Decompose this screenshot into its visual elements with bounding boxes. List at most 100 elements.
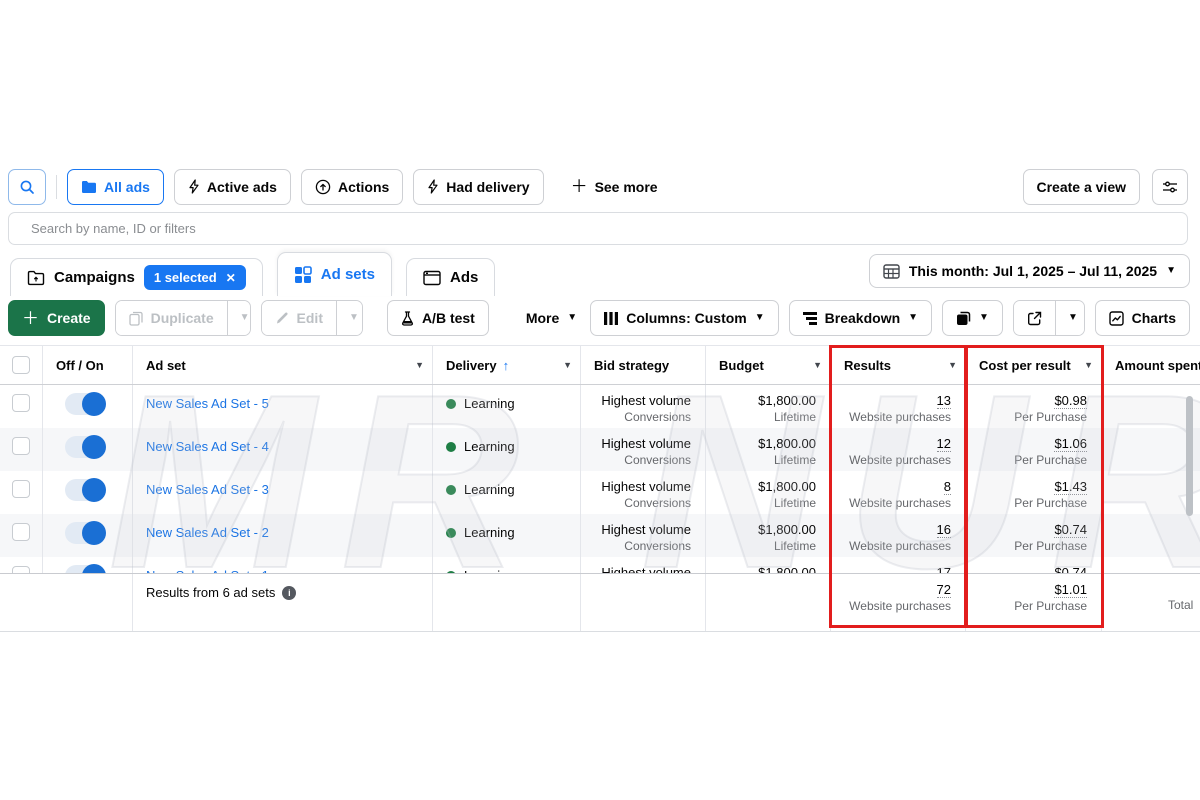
row-checkbox[interactable]	[12, 480, 30, 498]
export-icon	[1027, 311, 1042, 326]
status-toggle[interactable]	[65, 565, 105, 573]
header-off-on: Off / On	[42, 346, 132, 384]
lightning-icon	[188, 179, 200, 194]
date-range-picker[interactable]: This month: Jul 1, 2025 – Jul 11, 2025 ▼	[869, 254, 1190, 288]
export-button[interactable]	[1014, 301, 1055, 335]
reports-icon	[956, 311, 971, 326]
create-view-label: Create a view	[1037, 179, 1127, 195]
export-dropdown[interactable]: ▼	[1055, 301, 1085, 335]
filter-label: Actions	[338, 179, 389, 195]
charts-button[interactable]: Charts	[1095, 300, 1190, 336]
search-input[interactable]	[8, 212, 1188, 245]
filter-actions[interactable]: Actions	[301, 169, 403, 205]
tab-campaigns[interactable]: Campaigns 1 selected ✕	[10, 258, 263, 296]
status-toggle[interactable]	[65, 522, 105, 544]
cost-value: $1.43	[1054, 479, 1087, 495]
edit-dropdown[interactable]: ▼	[336, 301, 363, 335]
close-icon[interactable]: ✕	[226, 271, 236, 285]
duplicate-button[interactable]: Duplicate	[116, 301, 227, 335]
adset-name-link[interactable]: New Sales Ad Set - 1	[146, 568, 269, 573]
chevron-down-icon: ▼	[349, 313, 359, 323]
summary-cost-value: $1.01	[1054, 582, 1087, 598]
budget-value: $1,800.00	[712, 392, 816, 409]
date-range-label: This month: Jul 1, 2025 – Jul 11, 2025	[909, 263, 1157, 279]
ab-test-button[interactable]: A/B test	[387, 300, 489, 336]
duplicate-dropdown[interactable]: ▼	[227, 301, 251, 335]
header-results[interactable]: Results▼	[830, 346, 965, 384]
header-delivery[interactable]: Delivery↑▼	[432, 346, 580, 384]
row-checkbox[interactable]	[12, 523, 30, 541]
bid-strategy-sub: Conversions	[587, 409, 691, 425]
table-row: New Sales Ad Set - 2 Learning Highest vo…	[0, 514, 1200, 557]
arrow-circle-icon	[315, 179, 331, 195]
filter-all-ads[interactable]: All ads	[67, 169, 164, 205]
status-toggle[interactable]	[65, 393, 105, 415]
divider	[56, 175, 57, 199]
cost-sub: Per Purchase	[972, 495, 1087, 511]
row-checkbox[interactable]	[12, 394, 30, 412]
table-header-row: Off / On Ad set▼ Delivery↑▼ Bid strategy…	[0, 345, 1200, 385]
pencil-icon	[275, 311, 289, 325]
header-ad-set[interactable]: Ad set▼	[132, 346, 432, 384]
chevron-down-icon: ▼	[948, 360, 957, 370]
adset-name-link[interactable]: New Sales Ad Set - 3	[146, 482, 269, 497]
filter-active-ads[interactable]: Active ads	[174, 169, 291, 205]
search-button[interactable]	[8, 169, 46, 205]
header-budget[interactable]: Budget▼	[705, 346, 830, 384]
bid-strategy-sub: Conversions	[587, 538, 691, 554]
delivery-status: Learning	[464, 396, 515, 411]
budget-sub: Lifetime	[712, 452, 816, 468]
cost-value: $0.74	[1054, 522, 1087, 538]
breakdown-button[interactable]: Breakdown ▼	[789, 300, 932, 336]
adset-name-link[interactable]: New Sales Ad Set - 5	[146, 396, 269, 411]
header-amount-spent[interactable]: Amount spent	[1101, 346, 1200, 384]
tab-ad-sets[interactable]: Ad sets	[277, 252, 392, 296]
create-view-button[interactable]: Create a view	[1023, 169, 1141, 205]
budget-sub: Lifetime	[712, 538, 816, 554]
results-value: 8	[944, 479, 951, 495]
status-toggle[interactable]	[65, 436, 105, 458]
info-icon[interactable]: i	[282, 586, 296, 600]
calendar-icon	[883, 263, 900, 279]
selected-badge[interactable]: 1 selected ✕	[144, 265, 246, 290]
reports-button[interactable]: ▼	[942, 300, 1003, 336]
adset-name-link[interactable]: New Sales Ad Set - 2	[146, 525, 269, 540]
summary-amount-sub: Total	[1168, 598, 1200, 612]
chevron-down-icon: ▼	[1068, 313, 1078, 323]
vertical-scrollbar[interactable]	[1186, 396, 1193, 516]
adset-name-link[interactable]: New Sales Ad Set - 4	[146, 439, 269, 454]
see-more-button[interactable]: ＋ See more	[558, 169, 671, 205]
tabs-row: Campaigns 1 selected ✕ Ad sets Ads This …	[10, 252, 1190, 296]
learning-status-dot	[446, 528, 456, 538]
row-checkbox[interactable]	[12, 566, 30, 573]
learning-status-dot	[446, 571, 456, 574]
results-value: 13	[937, 393, 951, 409]
header-bid-strategy[interactable]: Bid strategy	[580, 346, 705, 384]
results-sub: Website purchases	[837, 409, 951, 425]
row-checkbox[interactable]	[12, 437, 30, 455]
filter-settings-button[interactable]	[1152, 169, 1188, 205]
search-icon	[19, 179, 35, 195]
budget-sub: Lifetime	[712, 409, 816, 425]
chevron-down-icon: ▼	[567, 313, 577, 323]
filter-had-delivery[interactable]: Had delivery	[413, 169, 543, 205]
filter-label: Had delivery	[446, 179, 529, 195]
select-all-checkbox[interactable]	[12, 356, 30, 374]
status-toggle[interactable]	[65, 479, 105, 501]
header-cost-per-result[interactable]: Cost per result▼	[965, 346, 1101, 384]
cost-sub: Per Purchase	[972, 409, 1087, 425]
bid-strategy-value: Highest volume	[587, 392, 691, 409]
edit-button[interactable]: Edit	[262, 301, 336, 335]
more-label: More	[526, 310, 559, 326]
adsets-table: Off / On Ad set▼ Delivery↑▼ Bid strategy…	[0, 345, 1200, 632]
tab-label: Ads	[450, 269, 478, 286]
columns-button[interactable]: Columns: Custom ▼	[590, 300, 778, 336]
cost-sub: Per Purchase	[972, 538, 1087, 554]
create-button[interactable]: ＋ Create	[8, 300, 105, 336]
cost-sub: Per Purchase	[972, 452, 1087, 468]
tab-ads[interactable]: Ads	[406, 258, 495, 296]
results-sub: Website purchases	[837, 538, 951, 554]
create-label: Create	[47, 310, 91, 326]
more-button[interactable]: More ▼	[513, 300, 590, 336]
summary-label: Results from 6 ad sets	[146, 585, 275, 600]
